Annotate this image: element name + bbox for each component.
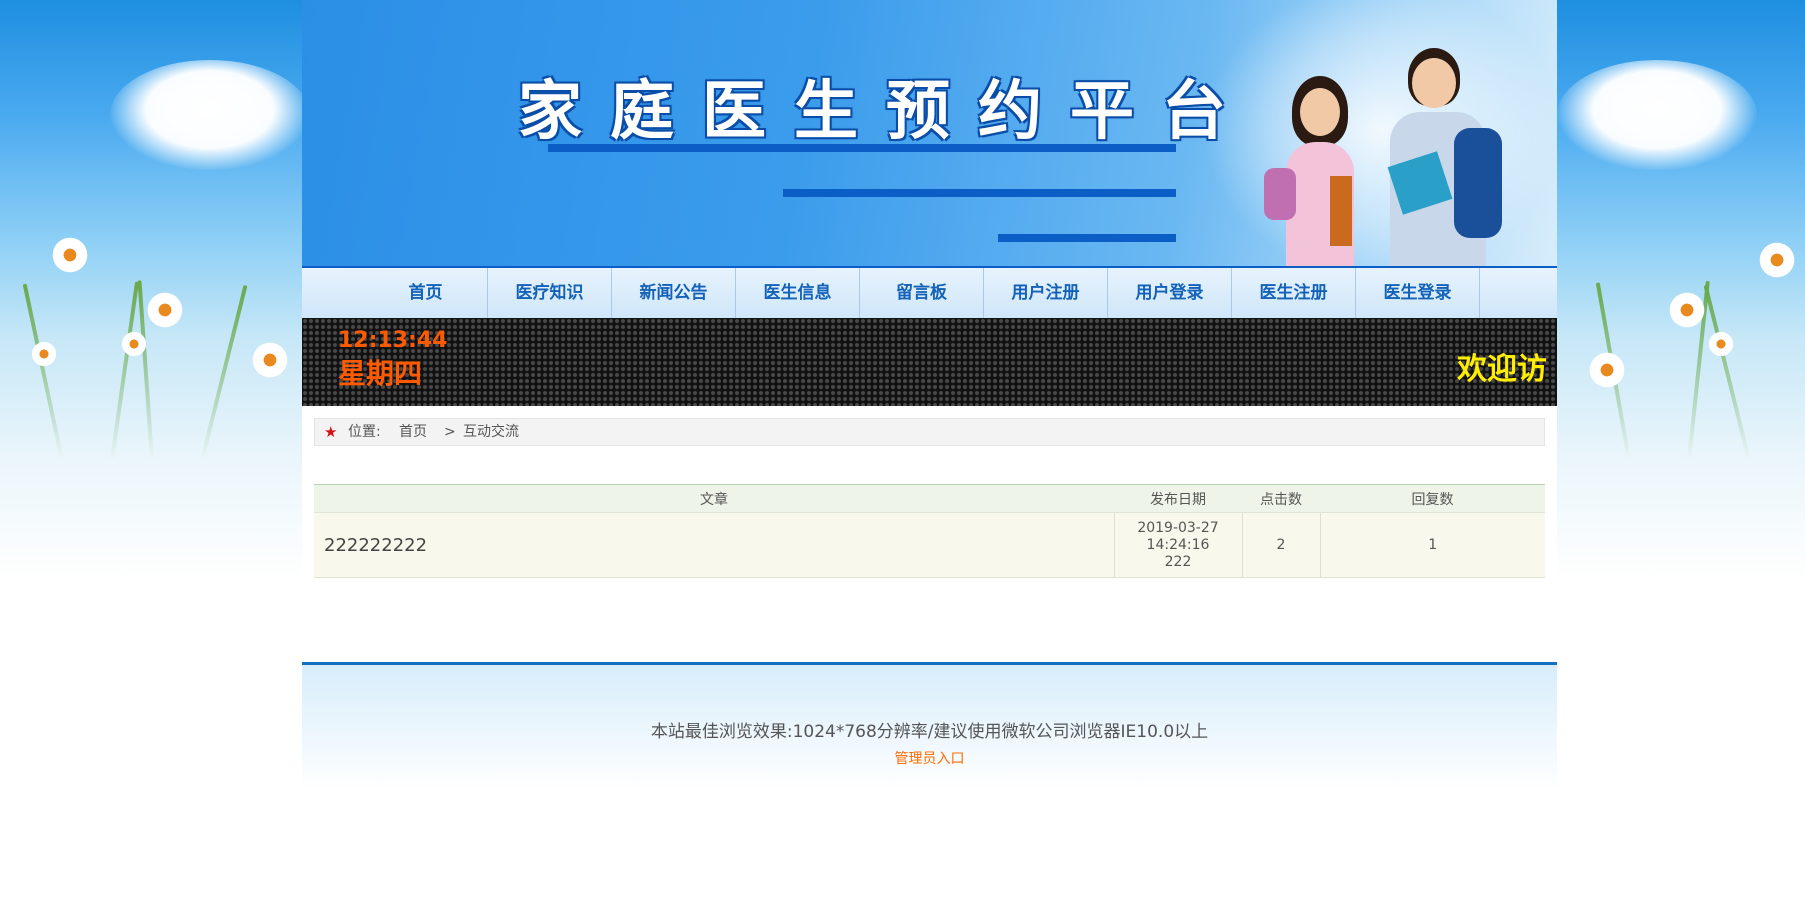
table-row: 222222222 2019-03-27 14:24:16 222 2 1 — [314, 512, 1545, 578]
site-title: 家庭医生预约平台 — [518, 74, 1254, 149]
right-background-decoration — [1557, 0, 1805, 580]
browser-recommendation-note: 本站最佳浏览效果:1024*768分辨率/建议使用微软公司浏览器IE10.0以上 — [650, 722, 1209, 742]
nav-item-doctor-register[interactable]: 医生注册 — [1232, 268, 1356, 318]
clock-weekday: 星期四 — [338, 357, 423, 390]
site-footer: 本站最佳浏览效果:1024*768分辨率/建议使用微软公司浏览器IE10.0以上… — [302, 662, 1557, 790]
site-banner: 家庭医生预约平台 — [302, 0, 1557, 266]
flower-decoration — [50, 235, 90, 275]
grass-decoration — [22, 283, 64, 461]
article-date-cell: 2019-03-27 14:24:16 222 — [1114, 512, 1243, 578]
nav-item-message-board[interactable]: 留言板 — [860, 268, 984, 318]
article-title-link[interactable]: 222222222 — [314, 512, 1115, 578]
grass-decoration — [1703, 284, 1751, 461]
column-header-publish-date: 发布日期 — [1114, 484, 1242, 513]
nav-item-user-register[interactable]: 用户注册 — [984, 268, 1108, 318]
cloud-decoration — [1557, 60, 1757, 170]
nav-item-doctor-login[interactable]: 医生登录 — [1356, 268, 1480, 318]
students-illustration — [1264, 48, 1514, 266]
breadcrumb-current: 互动交流 — [463, 424, 519, 440]
flower-decoration — [145, 290, 185, 330]
banner-stripe — [548, 144, 1176, 152]
main-nav: 首页 医疗知识 新闻公告 医生信息 留言板 用户注册 用户登录 医生注册 医生登… — [302, 266, 1557, 318]
flower-decoration — [1707, 330, 1735, 358]
breadcrumb-label: 位置: — [348, 424, 381, 440]
clock-time: 12:13:44 — [338, 328, 448, 353]
led-ticker-strip: 12:13:44 星期四 欢迎访 — [302, 318, 1557, 406]
nav-item-medical-knowledge[interactable]: 医疗知识 — [488, 268, 612, 318]
article-replies: 1 — [1320, 512, 1545, 578]
article-clicks: 2 — [1242, 512, 1321, 578]
nav-item-doctor-info[interactable]: 医生信息 — [736, 268, 860, 318]
grass-decoration — [110, 281, 140, 461]
flower-decoration — [1667, 290, 1707, 330]
column-header-clicks: 点击数 — [1242, 484, 1320, 513]
admin-entry-link[interactable]: 管理员入口 — [895, 748, 965, 768]
article-date: 2019-03-27 14:24:16 — [1137, 519, 1219, 553]
column-header-replies: 回复数 — [1320, 484, 1545, 513]
page-container: 家庭医生预约平台 首页 医疗知识 新闻公告 医生信息 留言板 用户注册 用户登录… — [302, 0, 1557, 899]
nav-item-news[interactable]: 新闻公告 — [612, 268, 736, 318]
student-girl-figure — [1264, 76, 1374, 266]
clock-display: 12:13:44 星期四 — [338, 328, 447, 394]
breadcrumb-home-link[interactable]: 首页 — [399, 419, 427, 445]
grass-decoration — [200, 284, 248, 461]
nav-item-home[interactable]: 首页 — [364, 268, 488, 318]
flower-decoration — [1757, 240, 1797, 280]
flower-decoration — [1587, 350, 1627, 390]
article-table: 文章 发布日期 点击数 回复数 222222222 2019-03-27 14:… — [314, 484, 1545, 578]
left-background-decoration — [0, 0, 302, 580]
banner-stripe — [783, 189, 1176, 197]
cloud-decoration — [110, 60, 302, 170]
flower-decoration — [250, 340, 290, 380]
column-header-article: 文章 — [314, 484, 1114, 513]
welcome-marquee: 欢迎访 — [1457, 352, 1547, 387]
banner-stripe — [998, 234, 1176, 242]
flower-decoration — [120, 330, 148, 358]
nav-item-user-login[interactable]: 用户登录 — [1108, 268, 1232, 318]
article-author: 222 — [1164, 553, 1192, 570]
star-icon: ★ — [324, 423, 338, 441]
breadcrumb: ★ 位置: 首页 > 互动交流 — [314, 418, 1545, 446]
breadcrumb-separator: > — [444, 424, 456, 440]
student-boy-figure — [1364, 48, 1504, 266]
table-header-row: 文章 发布日期 点击数 回复数 — [314, 484, 1545, 513]
nav-items: 首页 医疗知识 新闻公告 医生信息 留言板 用户注册 用户登录 医生注册 医生登… — [364, 268, 1480, 318]
flower-decoration — [30, 340, 58, 368]
